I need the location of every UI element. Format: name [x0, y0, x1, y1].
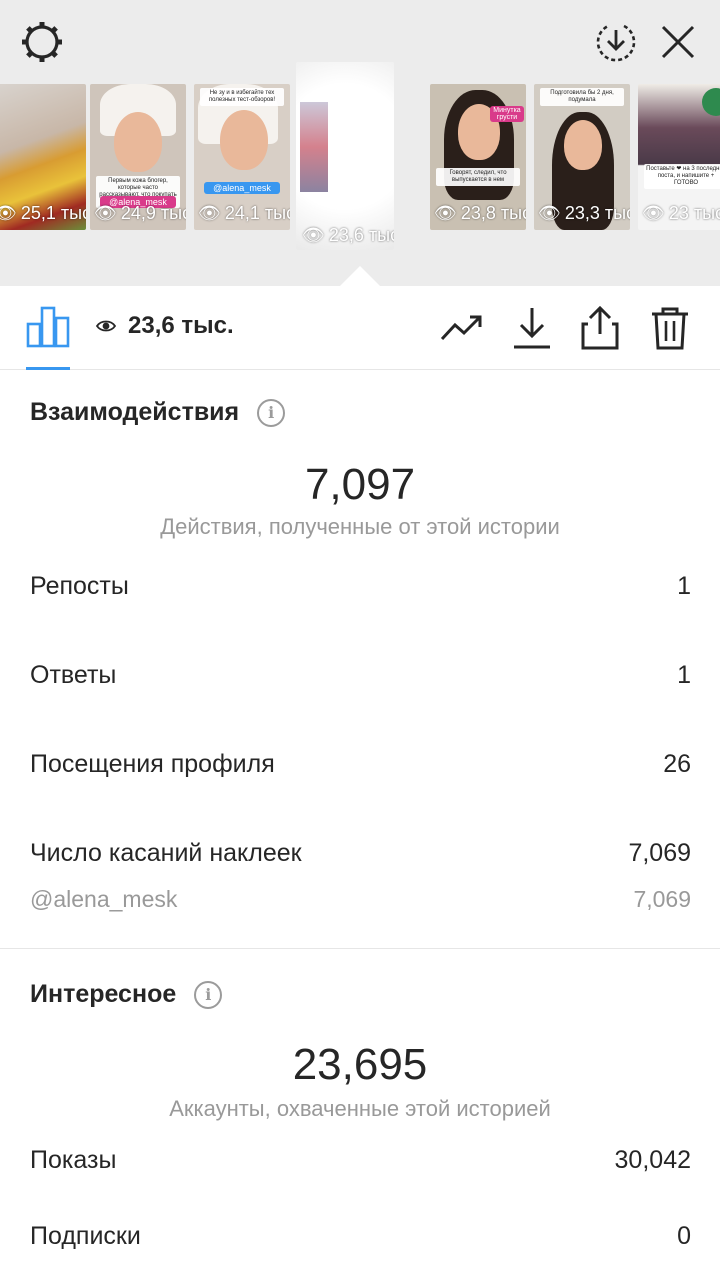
discovery-caption: Аккаунты, охваченные этой историей	[169, 1096, 551, 1121]
story-thumbnail[interactable]: Подготовила бы 2 дня, подумала 👁23,3 тыс…	[534, 84, 630, 230]
stat-subrow-mention: @alena_mesk 7,069	[30, 886, 691, 913]
close-button[interactable]	[654, 18, 702, 66]
gear-icon	[22, 22, 62, 62]
views-summary: 23,6 тыс.	[96, 312, 234, 340]
stat-row-impressions: Показы 30,042	[30, 1146, 691, 1175]
thumbnail-views: 👁23,3 тыс.	[538, 203, 630, 223]
active-tab-indicator	[26, 367, 70, 370]
stat-label: Ответы	[30, 661, 117, 689]
story-thumbnails: 👁25,1 тыс. Первым кожа блогер, которые ч…	[0, 62, 720, 254]
stat-value: 0	[677, 1222, 691, 1250]
trend-icon	[440, 315, 482, 341]
trend-button[interactable]	[440, 306, 484, 350]
bar-chart-icon	[26, 306, 70, 348]
interactions-heading: Взаимодействия i	[30, 398, 286, 427]
interactions-caption: Действия, полученные от этой истории	[160, 514, 560, 539]
stat-row-profile-visits: Посещения профиля 26	[30, 750, 691, 779]
story-thumbnail-selected[interactable]: 👁23,6 тыс.	[296, 62, 394, 250]
section-divider	[0, 948, 720, 949]
stat-value: 26	[663, 750, 691, 778]
share-icon	[581, 306, 619, 350]
selected-pointer	[340, 266, 380, 286]
discovery-title: Интересное	[30, 980, 177, 1008]
story-thumbnail[interactable]: Первым кожа блогер, которые часто расска…	[90, 84, 186, 230]
thumbnail-caption: Говорят, следил, что выпускается в нем	[436, 168, 520, 186]
stat-row-replies: Ответы 1	[30, 661, 691, 690]
insights-toolbar: 23,6 тыс.	[0, 286, 720, 370]
eye-icon: 👁	[0, 203, 17, 223]
info-icon[interactable]: i	[257, 398, 286, 427]
eye-icon: 👁	[302, 225, 325, 245]
interactions-total: 7,097	[304, 460, 416, 509]
settings-button[interactable]	[18, 18, 66, 66]
eye-icon: 👁	[94, 203, 117, 223]
download-all-button[interactable]	[592, 18, 640, 66]
stat-label: Посещения профиля	[30, 750, 275, 778]
discovery-heading: Интересное i	[30, 980, 223, 1009]
discovery-total: 23,695	[292, 1040, 428, 1089]
stat-row-reposts: Репосты 1	[30, 572, 691, 601]
thumbnail-caption: Поставьте ❤ на 3 последних поста, и напи…	[644, 164, 720, 189]
thumbnail-caption: Не зу и в избегайте тех полезных тест-об…	[200, 88, 284, 106]
eye-icon: 👁	[434, 203, 457, 223]
thumbnail-views: 👁25,1 тыс.	[0, 203, 86, 224]
views-count: 23,6 тыс.	[128, 312, 234, 339]
thumbnail-caption: Подготовила бы 2 дня, подумала	[540, 88, 624, 106]
story-thumbnail[interactable]: Минутка грусти Говорят, следил, что выпу…	[430, 84, 526, 230]
eye-icon: 👁	[538, 203, 561, 223]
stat-value: 1	[677, 572, 691, 600]
stat-label: Подписки	[30, 1222, 141, 1250]
interactions-title: Взаимодействия	[30, 398, 240, 426]
thumbnail-label: Минутка грусти	[490, 106, 524, 122]
thumbnail-views: 👁24,9 тыс.	[94, 203, 186, 223]
eye-icon	[96, 320, 116, 332]
eye-icon: 👁	[642, 203, 665, 223]
story-thumbnail[interactable]: Не зу и в избегайте тех полезных тест-об…	[194, 84, 290, 230]
thumbnail-mention: @alena_mesk	[204, 182, 280, 194]
trash-icon	[652, 307, 688, 350]
stat-value: 1	[677, 661, 691, 689]
info-icon[interactable]: i	[194, 980, 223, 1009]
insights-tab[interactable]	[26, 306, 70, 348]
delete-button[interactable]	[648, 306, 692, 350]
download-icon	[514, 308, 550, 349]
download-circle-icon	[596, 24, 636, 62]
share-button[interactable]	[578, 306, 622, 350]
stat-value: 7,069	[628, 839, 691, 867]
stat-label: Число касаний наклеек	[30, 839, 302, 867]
close-icon	[661, 25, 695, 59]
stat-sub-label: @alena_mesk	[30, 886, 178, 912]
thumbnail-views: 👁24,1 тыс.	[198, 203, 290, 223]
stat-row-sticker-taps: Число касаний наклеек 7,069	[30, 839, 691, 868]
stat-sub-value: 7,069	[633, 886, 691, 912]
stat-row-follows: Подписки 0	[30, 1222, 691, 1251]
story-thumbnail[interactable]: 👁25,1 тыс.	[0, 84, 86, 230]
eye-icon: 👁	[198, 203, 221, 223]
stat-label: Репосты	[30, 572, 129, 600]
stat-label: Показы	[30, 1146, 117, 1174]
stat-value: 30,042	[614, 1146, 691, 1174]
thumbnail-views: 👁23,6 тыс.	[302, 225, 394, 245]
thumbnail-views: 👁23,8 тыс.	[434, 203, 526, 223]
download-button[interactable]	[510, 306, 554, 350]
story-strip-area: 👁25,1 тыс. Первым кожа блогер, которые ч…	[0, 0, 720, 286]
story-thumbnail[interactable]: Поставьте ❤ на 3 последних поста, и напи…	[638, 84, 720, 230]
thumbnail-views: 👁23 тыс.	[642, 203, 720, 223]
